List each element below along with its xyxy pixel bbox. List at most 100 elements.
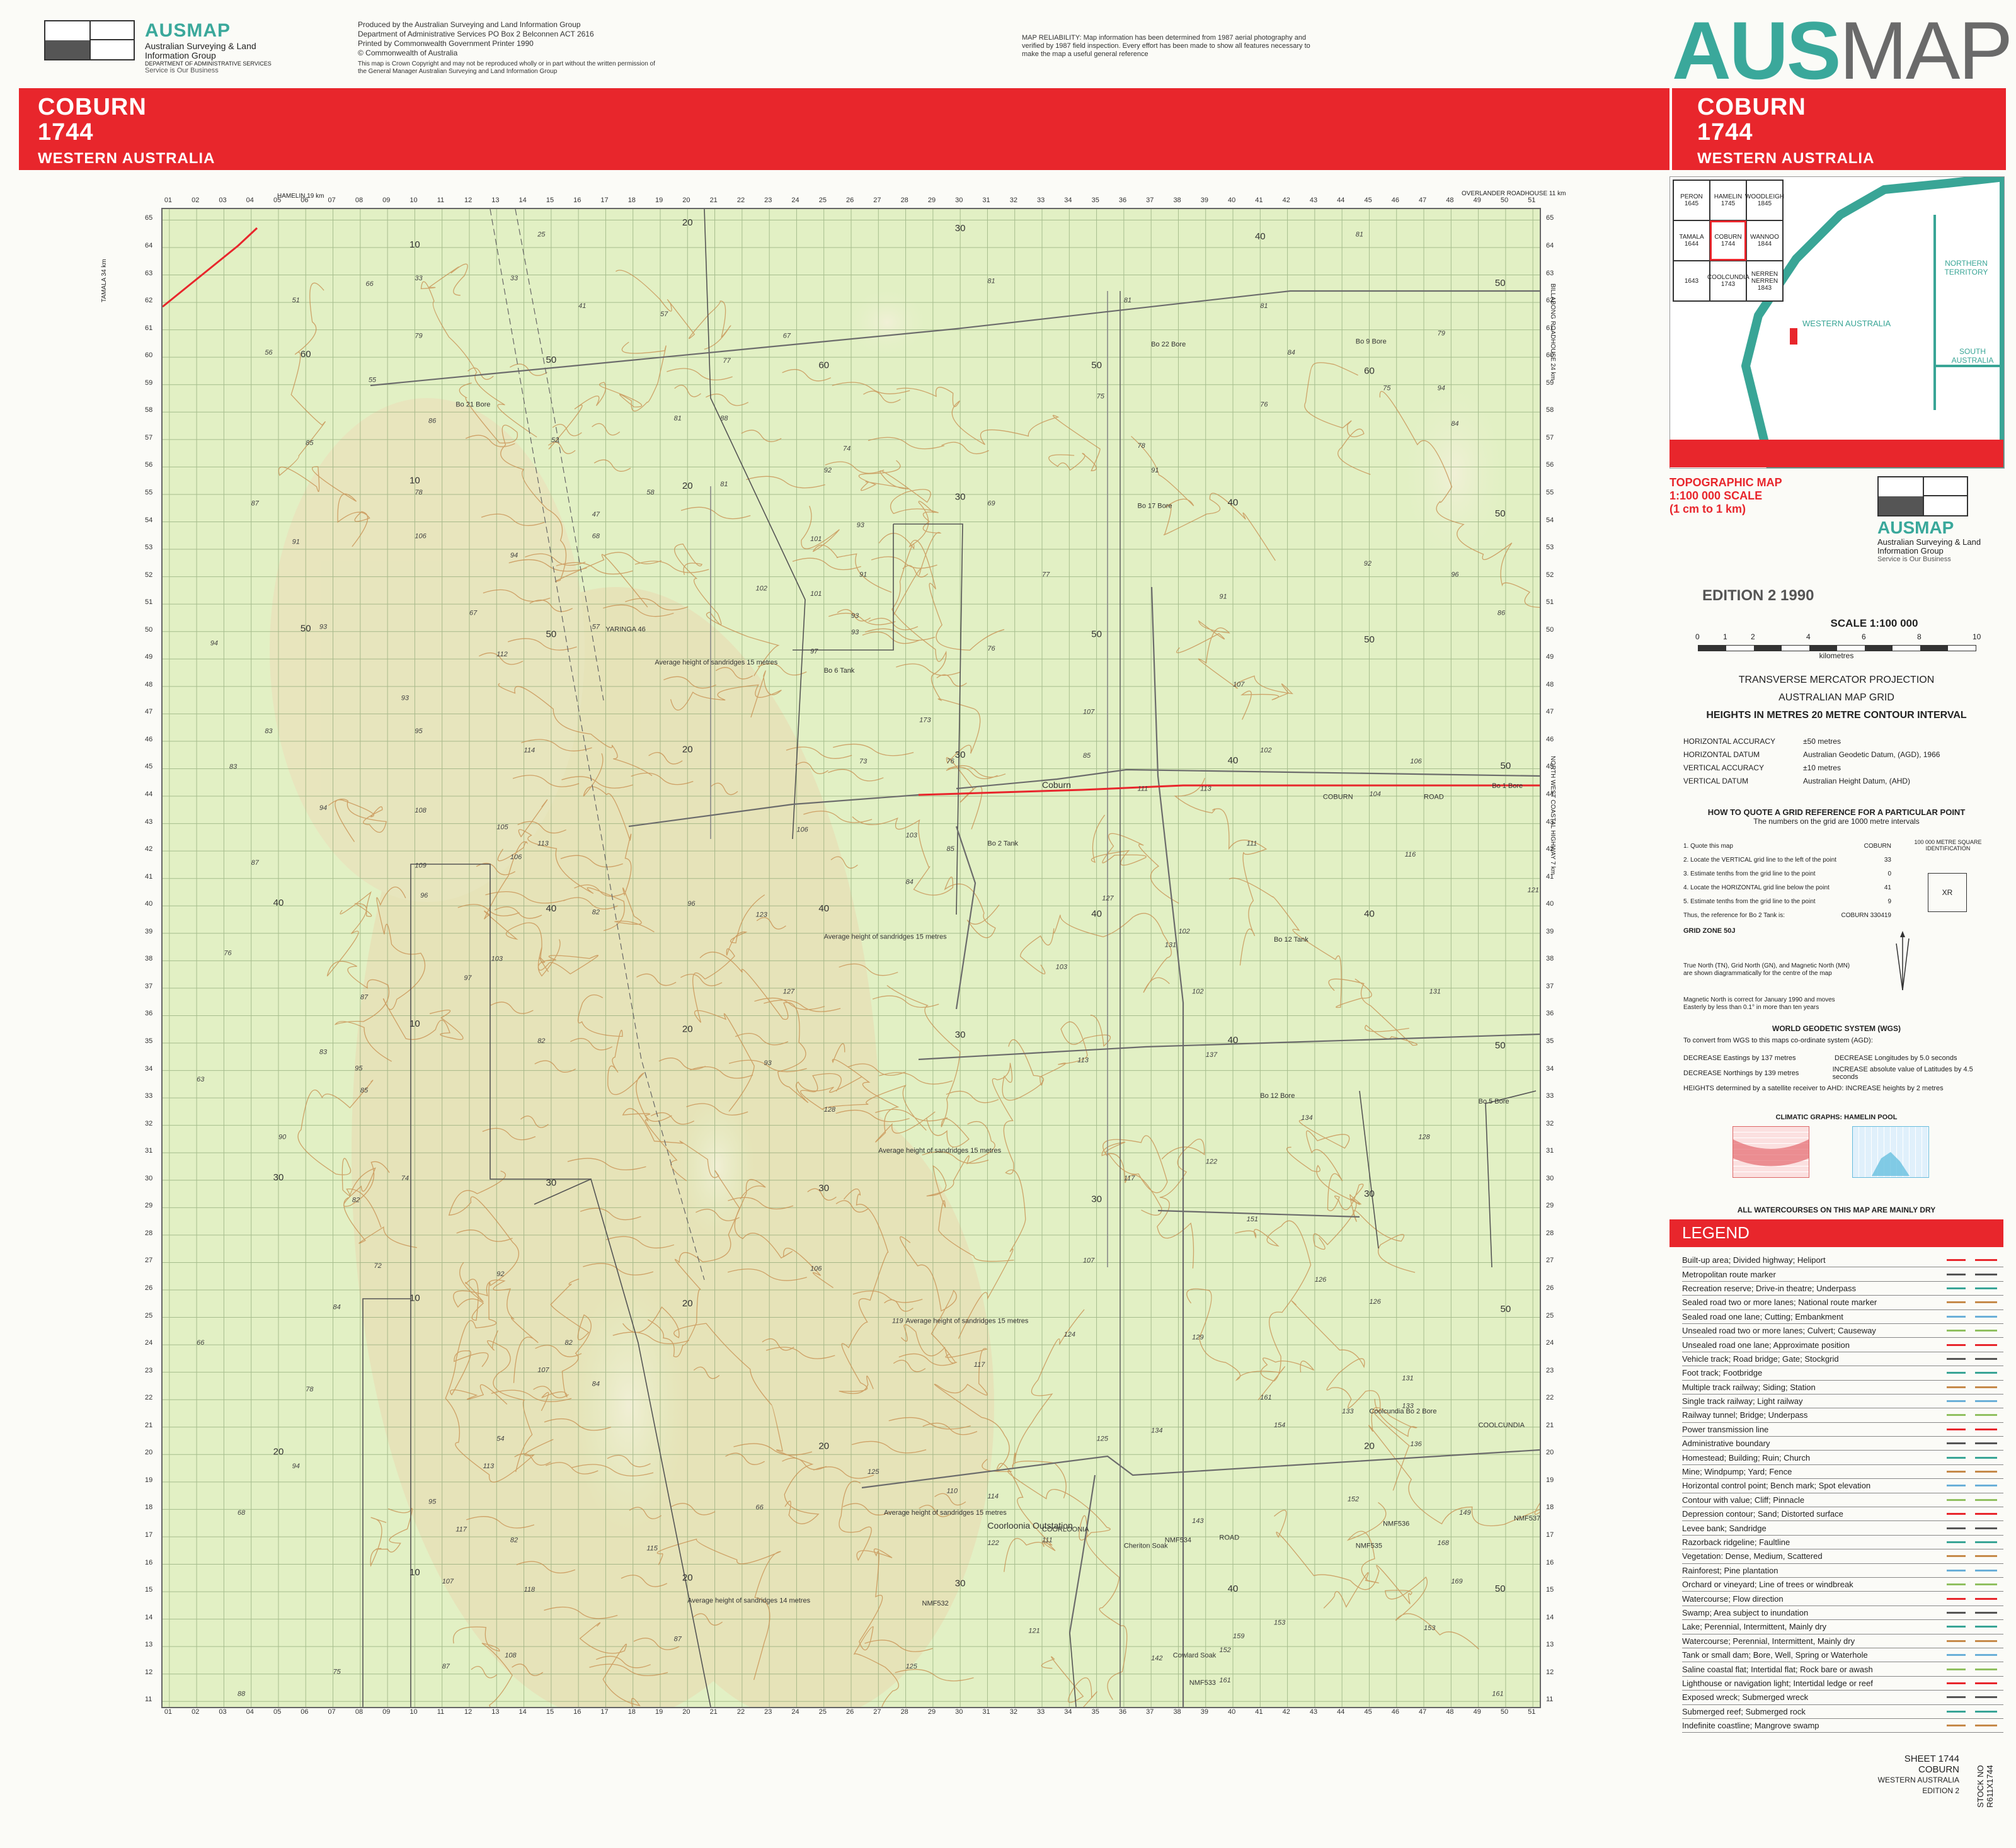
easting-tick-bottom: 51	[1528, 1708, 1536, 1716]
legend-row: Unsealed road one lane; Approximate posi…	[1682, 1338, 2003, 1352]
easting-tick-bottom: 39	[1200, 1708, 1208, 1716]
legend-row: Razorback ridgeline; Faultline	[1682, 1536, 2003, 1550]
legend-row: Rainforest; Pine plantation	[1682, 1564, 2003, 1578]
spot-elevation: 125	[906, 1663, 918, 1670]
legend-symbol	[1940, 1396, 2003, 1406]
label-western-australia: WESTERN AUSTRALIA	[1802, 319, 1891, 328]
grid-ref-step-value: COBURN	[1864, 842, 1891, 850]
legend-symbol	[1940, 1481, 2003, 1490]
legend-symbol	[1940, 1721, 2003, 1730]
title-band-left: COBURN 1744 WESTERN AUSTRALIA	[19, 88, 1670, 170]
easting-tick-top: 04	[246, 197, 254, 204]
spot-elevation: 63	[197, 1076, 205, 1083]
northing-tick-right: 55	[1546, 488, 1554, 496]
northing-tick-right: 40	[1546, 900, 1554, 908]
spot-elevation: 126	[1315, 1276, 1327, 1284]
legend-symbol	[1940, 1255, 2003, 1265]
spot-elevation: 92	[824, 467, 832, 474]
spot-elevation: 114	[987, 1493, 999, 1500]
magnetic-explanation: Magnetic North is correct for January 19…	[1683, 996, 1835, 1011]
spot-elevation: 159	[1233, 1633, 1244, 1640]
easting-tick-top: 18	[627, 197, 636, 204]
legend-label: Exposed wreck; Submerged wreck	[1682, 1692, 1809, 1703]
spot-elevation: 93	[401, 695, 410, 702]
easting-tick-bottom: 18	[627, 1708, 636, 1716]
legend-row: Contour with value; Cliff; Pinnacle	[1682, 1493, 2003, 1508]
contour-value: 50	[1495, 278, 1506, 288]
northing-tick-right: 61	[1546, 324, 1554, 332]
spot-elevation: 101	[810, 535, 822, 543]
northing-tick-left: 34	[145, 1064, 153, 1073]
place-label: Bo 22 Bore	[1151, 341, 1186, 348]
northing-tick-right: 19	[1546, 1476, 1554, 1484]
spec-row: VERTICAL DATUM Australian Height Datum, (…	[1683, 774, 1998, 787]
easting-tick-top: 41	[1255, 197, 1263, 204]
easting-tick-top: 24	[791, 197, 799, 204]
northing-tick-right: 52	[1546, 571, 1554, 579]
spot-elevation: 94	[1438, 384, 1445, 392]
easting-tick-bottom: 28	[900, 1708, 908, 1716]
northing-tick-left: 56	[145, 461, 153, 469]
spec-label: HORIZONTAL ACCURACY	[1683, 736, 1776, 746]
spot-elevation: 66	[755, 1503, 764, 1511]
sheet-state-right: WESTERN AUSTRALIA	[1697, 150, 1875, 167]
grid-ref-step-text: 1. Quote this map	[1683, 842, 1733, 850]
northing-tick-left: 50	[145, 625, 153, 634]
grid-ref-step: 5. Estimate tenths from the grid line to…	[1683, 894, 1891, 908]
spot-elevation: 101	[810, 590, 822, 598]
spot-elevation: 173	[919, 716, 931, 724]
grid-ref-subtitle: The numbers on the grid are 1000 metre i…	[1753, 817, 1920, 826]
spot-elevation: 77	[1042, 571, 1050, 579]
easting-tick-bottom: 49	[1473, 1708, 1481, 1716]
spot-elevation: 127	[1102, 895, 1114, 903]
easting-tick-bottom: 32	[1009, 1708, 1017, 1716]
northing-tick-right: 21	[1546, 1421, 1554, 1429]
legend-label: Vegetation: Dense, Medium, Scattered	[1682, 1551, 1823, 1561]
northing-tick-right: 47	[1546, 708, 1554, 716]
spot-elevation: 86	[1498, 610, 1506, 617]
spot-elevation: 153	[1274, 1619, 1286, 1626]
place-label: Cowlard Soak	[1173, 1652, 1217, 1660]
grid-ref-step-value: COBURN 330419	[1841, 911, 1891, 919]
contour-value: 30	[955, 750, 966, 760]
northing-tick-left: 38	[145, 955, 153, 963]
easting-tick-top: 20	[682, 197, 690, 204]
label-south-australia: SOUTH AUSTRALIA	[1951, 347, 1994, 365]
northing-tick-left: 23	[145, 1366, 153, 1374]
easting-tick-bottom: 42	[1282, 1708, 1290, 1716]
easting-tick-top: 21	[709, 197, 718, 204]
spot-elevation: 73	[859, 758, 868, 765]
northing-tick-right: 14	[1546, 1613, 1554, 1621]
spot-elevation: 118	[524, 1586, 536, 1594]
northing-tick-right: 13	[1546, 1641, 1554, 1649]
legend-row: Built-up area; Divided highway; Heliport	[1682, 1253, 2003, 1268]
temperature-graph	[1732, 1126, 1809, 1178]
wgs-right: DECREASE Longitudes by 5.0 seconds	[1835, 1054, 1957, 1062]
contour-value: 50	[1091, 360, 1102, 371]
grid-ref-step-text: 5. Estimate tenths from the grid line to…	[1683, 898, 1816, 905]
northing-tick-left: 63	[145, 269, 153, 277]
northing-tick-right: 22	[1546, 1394, 1554, 1402]
topographic-map[interactable]: Coburn COBURN ROAD Coorloonia Outstation YAR…	[161, 208, 1541, 1708]
legend-label: Saline coastal flat; Intertidal flat; Ro…	[1682, 1664, 1873, 1674]
spot-elevation: 81	[1260, 302, 1268, 310]
index-sheet-cell: COBURN 1744	[1710, 220, 1746, 261]
easting-tick-top: 51	[1528, 197, 1536, 204]
northing-tick-left: 24	[145, 1339, 153, 1347]
northing-tick-right: 49	[1546, 653, 1554, 661]
spot-elevation: 74	[401, 1175, 409, 1182]
northing-tick-right: 57	[1546, 433, 1554, 442]
legend-label: Sealed road two or more lanes; National …	[1682, 1298, 1877, 1308]
contour-value: 40	[546, 903, 556, 914]
index-sheet-cell: NERREN NERREN 1843	[1746, 261, 1783, 301]
map-canvas[interactable]: CoburnCOBURN ROADCoorloonia OutstationYAR…	[163, 209, 1540, 1707]
legend-label: Sealed road one lane; Cutting; Embankmen…	[1682, 1311, 1843, 1321]
legend-symbol	[1940, 1580, 2003, 1589]
legend-row: Levee bank; Sandridge	[1682, 1521, 2003, 1536]
legend-label: Contour with value; Cliff; Pinnacle	[1682, 1495, 1805, 1505]
place-label: Average height of sandridges 15 metres	[906, 1317, 1029, 1325]
northing-tick-left: 37	[145, 982, 153, 990]
scale-tick: 1	[1723, 632, 1727, 641]
easting-tick-bottom: 01	[164, 1708, 173, 1716]
easting-tick-bottom: 12	[464, 1708, 472, 1716]
